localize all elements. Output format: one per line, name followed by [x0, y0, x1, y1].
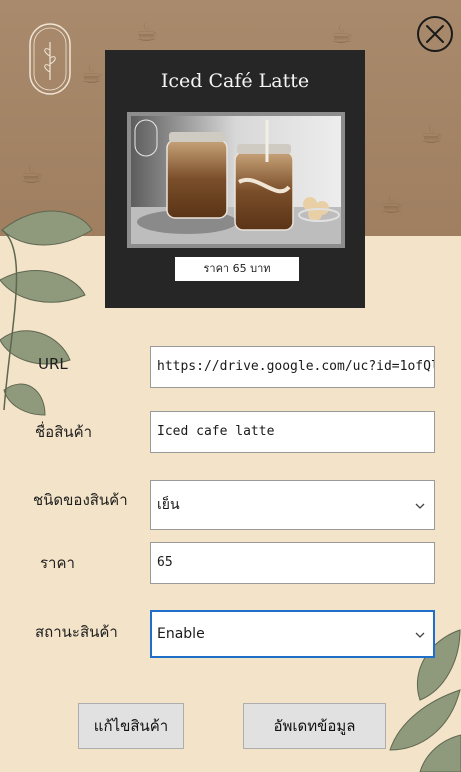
- product-photo: [127, 112, 345, 248]
- coffee-cup-pattern: ☕: [420, 120, 444, 150]
- product-preview-card: Iced Café Latte ราคา 65 บาท: [105, 50, 365, 308]
- product-type-select[interactable]: เย็น: [150, 480, 435, 530]
- chevron-down-icon: [415, 503, 425, 509]
- brand-logo: [29, 23, 71, 95]
- close-icon[interactable]: [416, 15, 454, 53]
- product-title: Iced Café Latte: [160, 70, 310, 92]
- url-input[interactable]: https://drive.google.com/uc?id=1ofQl: [150, 346, 435, 388]
- update-data-button[interactable]: อัพเดทข้อมูล: [243, 703, 386, 749]
- product-name-input[interactable]: Iced cafe latte: [150, 411, 435, 453]
- edit-product-button[interactable]: แก้ไขสินค้า: [78, 703, 184, 749]
- chevron-down-icon: [415, 632, 425, 638]
- price-tag: ราคา 65 บาท: [172, 257, 299, 281]
- product-type-label: ชนิดของสินค้า: [33, 491, 128, 509]
- coffee-cup-pattern: ☕: [330, 20, 354, 50]
- price-label: ราคา: [40, 554, 75, 572]
- price-input[interactable]: 65: [150, 542, 435, 584]
- coffee-cup-pattern: ☕: [135, 18, 159, 48]
- coffee-cup-pattern: ☕: [80, 60, 104, 90]
- coffee-cup-pattern: ☕: [20, 160, 44, 190]
- status-label: สถานะสินค้า: [35, 623, 118, 641]
- status-select[interactable]: Enable: [150, 610, 435, 658]
- product-name-label: ชื่อสินค้า: [35, 423, 93, 441]
- status-value: Enable: [157, 626, 205, 642]
- product-type-value: เย็น: [157, 497, 180, 513]
- url-label: URL: [38, 355, 68, 373]
- leaf-decoration-left: [0, 210, 93, 416]
- coffee-cup-pattern: ☕: [380, 190, 404, 220]
